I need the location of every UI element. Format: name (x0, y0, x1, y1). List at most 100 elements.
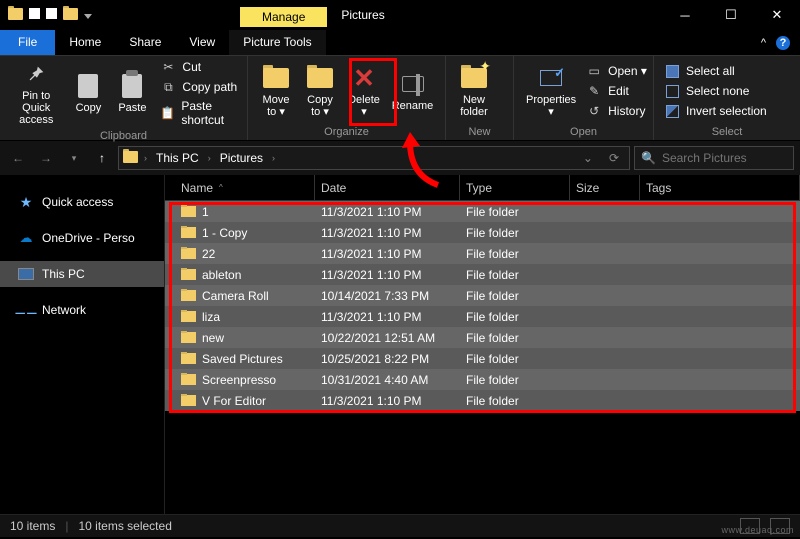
qat-checkbox-icon-2[interactable] (46, 8, 57, 22)
file-name: 1 (202, 205, 209, 219)
sidebar-item-quick-access[interactable]: ★Quick access (0, 189, 164, 215)
file-name: 22 (202, 247, 215, 261)
table-row[interactable]: Screenpresso10/31/2021 4:40 AMFile folde… (165, 369, 800, 390)
file-list-area: Name^ Date Type Size Tags 111/3/2021 1:1… (165, 175, 800, 514)
select-all-button[interactable]: Select all (664, 62, 767, 80)
sidebar-item-network[interactable]: ⚊⚊Network (0, 297, 164, 323)
maximize-button[interactable]: ☐ (708, 0, 754, 30)
paste-icon (122, 74, 142, 98)
table-row[interactable]: Camera Roll10/14/2021 7:33 PMFile folder (165, 285, 800, 306)
file-type: File folder (460, 310, 570, 324)
contextual-tab-label: Manage (240, 7, 327, 27)
column-header-tags[interactable]: Tags (640, 175, 800, 200)
tab-view[interactable]: View (175, 30, 229, 55)
folder-icon (181, 206, 196, 217)
column-header-type[interactable]: Type (460, 175, 570, 200)
tab-share[interactable]: Share (115, 30, 175, 55)
column-header-name[interactable]: Name^ (175, 175, 315, 200)
cut-button[interactable]: ✂Cut (160, 58, 241, 76)
search-input[interactable] (662, 151, 800, 165)
search-icon: 🔍 (641, 151, 656, 165)
breadcrumb-separator[interactable]: › (206, 153, 213, 163)
close-button[interactable]: ✕ (754, 0, 800, 30)
edit-button[interactable]: ✎Edit (586, 82, 647, 100)
recent-dropdown-icon[interactable]: ▾ (62, 146, 86, 170)
select-none-icon (664, 83, 680, 99)
history-button[interactable]: ↺History (586, 102, 647, 120)
contextual-tab-area: Manage (100, 0, 327, 30)
copy-path-button[interactable]: ⧉Copy path (160, 78, 241, 96)
help-icon[interactable]: ? (776, 36, 790, 50)
folder-icon (181, 353, 196, 364)
pin-icon (25, 63, 47, 85)
group-label-select: Select (654, 126, 800, 140)
back-button[interactable]: ← (6, 146, 30, 170)
quick-access-toolbar (0, 0, 100, 30)
view-details-button[interactable] (740, 518, 760, 534)
tab-file[interactable]: File (0, 30, 55, 55)
minimize-button[interactable]: ─ (662, 0, 708, 30)
table-row[interactable]: 111/3/2021 1:10 PMFile folder (165, 201, 800, 222)
navigation-pane: ★Quick access ☁OneDrive - Perso This PC … (0, 175, 165, 514)
status-separator: | (65, 519, 68, 533)
select-none-button[interactable]: Select none (664, 82, 767, 100)
table-row[interactable]: V For Editor11/3/2021 1:10 PMFile folder (165, 390, 800, 411)
forward-button[interactable]: → (34, 146, 58, 170)
breadcrumb-pictures[interactable]: Pictures (217, 151, 266, 165)
new-folder-button[interactable]: ✦New folder (452, 62, 496, 120)
file-date: 10/22/2021 12:51 AM (315, 331, 460, 345)
folder-icon (181, 374, 196, 385)
invert-selection-button[interactable]: Invert selection (664, 102, 767, 120)
file-type: File folder (460, 205, 570, 219)
tab-home[interactable]: Home (55, 30, 115, 55)
ribbon-tabs: File Home Share View Picture Tools ^ ? (0, 30, 800, 56)
refresh-button[interactable]: ⟳ (603, 151, 625, 165)
copy-button[interactable]: Copy (66, 70, 110, 116)
location-icon (123, 151, 138, 166)
move-to-button[interactable]: Move to ▾ (254, 62, 298, 120)
breadcrumb-this-pc[interactable]: This PC (153, 151, 202, 165)
paste-shortcut-button[interactable]: 📋Paste shortcut (160, 98, 241, 128)
window-title: Pictures (327, 8, 384, 22)
address-history-dropdown[interactable]: ⌄ (577, 151, 599, 165)
group-label-organize: Organize (248, 126, 445, 140)
qat-dropdown-icon[interactable] (84, 8, 92, 22)
qat-folder-icon[interactable] (63, 8, 78, 23)
search-box[interactable]: 🔍 (634, 146, 794, 170)
table-row[interactable]: 1 - Copy11/3/2021 1:10 PMFile folder (165, 222, 800, 243)
ribbon-collapse-icon[interactable]: ^ (761, 37, 766, 49)
rename-icon (402, 76, 424, 92)
table-row[interactable]: new10/22/2021 12:51 AMFile folder (165, 327, 800, 348)
up-button[interactable]: ↑ (90, 146, 114, 170)
properties-button[interactable]: Properties ▾ (520, 62, 582, 120)
folder-icon (181, 395, 196, 406)
delete-x-icon: ✕ (353, 65, 375, 91)
breadcrumb-separator[interactable]: › (142, 153, 149, 163)
sidebar-item-onedrive[interactable]: ☁OneDrive - Perso (0, 225, 164, 251)
table-row[interactable]: liza11/3/2021 1:10 PMFile folder (165, 306, 800, 327)
column-header-size[interactable]: Size (570, 175, 640, 200)
pin-quick-access-button[interactable]: Pin to Quick access (6, 58, 66, 128)
file-name: new (202, 331, 224, 345)
delete-button[interactable]: ✕Delete ▾ (342, 62, 386, 120)
qat-checkbox-icon[interactable] (29, 8, 40, 22)
breadcrumb-separator[interactable]: › (270, 153, 277, 163)
rename-button[interactable]: Rename (386, 68, 439, 114)
table-row[interactable]: ableton11/3/2021 1:10 PMFile folder (165, 264, 800, 285)
edit-icon: ✎ (586, 83, 602, 99)
column-header-date[interactable]: Date (315, 175, 460, 200)
paste-button[interactable]: Paste (110, 70, 154, 116)
copy-to-button[interactable]: Copy to ▾ (298, 62, 342, 120)
ribbon-group-clipboard: Pin to Quick access Copy Paste ✂Cut ⧉Cop… (0, 56, 248, 140)
folder-icon (263, 68, 289, 88)
table-row[interactable]: 2211/3/2021 1:10 PMFile folder (165, 243, 800, 264)
open-button[interactable]: ▭Open ▾ (586, 62, 647, 80)
address-bar[interactable]: › This PC › Pictures › ⌄ ⟳ (118, 146, 630, 170)
file-date: 10/25/2021 8:22 PM (315, 352, 460, 366)
view-thumbnails-button[interactable] (770, 518, 790, 534)
tab-picture-tools[interactable]: Picture Tools (229, 30, 325, 55)
sidebar-item-this-pc[interactable]: This PC (0, 261, 164, 287)
table-row[interactable]: Saved Pictures10/25/2021 8:22 PMFile fol… (165, 348, 800, 369)
group-label-clipboard: Clipboard (0, 130, 247, 144)
column-headers: Name^ Date Type Size Tags (165, 175, 800, 201)
